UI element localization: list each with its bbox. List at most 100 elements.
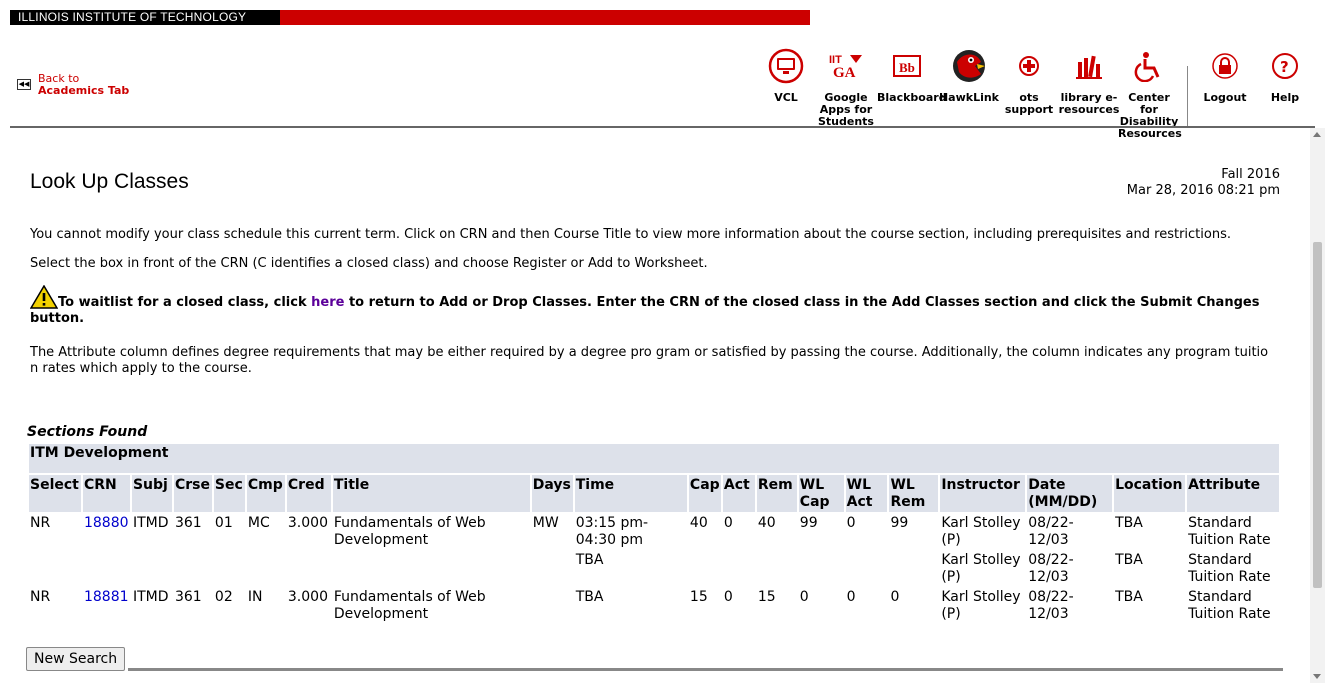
col-header: Date (MM/DD) — [1027, 475, 1113, 512]
nav-hawklink[interactable]: HawkLink — [938, 48, 1000, 104]
time-cell: TBA — [575, 552, 604, 568]
col-header: Days — [531, 475, 573, 512]
table-row: NR 18881 ITMD 361 02 IN 3.000 Fundamenta… — [29, 588, 1279, 623]
term-name: Fall 2016 — [1221, 167, 1280, 182]
location-cell: TBA — [1115, 515, 1143, 531]
select-cell — [29, 551, 81, 586]
select-cell: NR — [30, 515, 51, 531]
scroll-down-arrow-icon[interactable] — [1313, 674, 1321, 679]
col-header: Location — [1114, 475, 1186, 512]
days-cell: MW — [532, 515, 559, 531]
svg-text:Bb: Bb — [899, 60, 915, 75]
title-cell[interactable]: Fundamentals of Web Development — [333, 514, 530, 549]
school-banner: ILLINOIS INSTITUTE OF TECHNOLOGY — [10, 10, 810, 25]
col-header: WL Cap — [798, 475, 844, 512]
results-table: ITM Development Select CRN Subj Crse Sec… — [27, 442, 1281, 625]
act-cell: 0 — [723, 589, 733, 605]
crse-cell — [174, 551, 212, 586]
location-cell: TBA — [1115, 589, 1143, 605]
sec-cell — [214, 551, 245, 586]
col-header: WL Rem — [889, 475, 939, 512]
col-header: Cred — [286, 475, 331, 512]
cred-cell: 3.000 — [287, 589, 328, 605]
hawk-icon — [953, 50, 985, 82]
crse-cell: 361 — [174, 589, 202, 605]
waitlist-text-start: To waitlist for a closed class, click — [58, 295, 312, 310]
wl-cap-cell — [799, 551, 844, 586]
crn-cell: 18881 — [83, 588, 130, 623]
nav-label: Google Apps for Students — [818, 91, 874, 128]
group-caption: ITM Development — [29, 444, 1279, 473]
nav-logout[interactable]: Logout — [1194, 48, 1256, 104]
title-cell[interactable]: Fundamentals of Web Development — [333, 588, 530, 623]
accessibility-icon — [1134, 52, 1160, 82]
wl-cap-cell: 0 — [799, 589, 809, 605]
waitlist-here-link[interactable]: here — [311, 295, 344, 310]
nav-label: library e-resources — [1058, 91, 1120, 116]
crn-link[interactable]: 18880 — [84, 515, 129, 531]
col-header: Sec — [213, 475, 245, 512]
col-header: Select — [29, 475, 81, 512]
date-cell: 08/22-12/03 — [1028, 515, 1074, 548]
select-cell: NR — [30, 589, 51, 605]
cap-cell: 15 — [689, 589, 708, 605]
attribute-cell: Standard Tuition Rate — [1188, 589, 1271, 622]
nav-ots-support[interactable]: ots support — [998, 48, 1060, 116]
nav-separator — [1187, 66, 1188, 126]
time-cell: TBA — [575, 589, 604, 605]
scroll-up-arrow-icon[interactable] — [1313, 132, 1321, 137]
attribute-explanation: The Attribute column defines degree requ… — [30, 345, 1269, 376]
top-nav: VCL IIT GA Google Apps for Students Bb Bl… — [0, 48, 1325, 140]
lock-icon — [1212, 53, 1238, 79]
help-icon: ? — [1272, 53, 1298, 79]
crn-link[interactable]: 18881 — [84, 589, 129, 605]
act-cell: 0 — [723, 515, 733, 531]
col-header: Title — [332, 475, 530, 512]
col-header: Time — [574, 475, 687, 512]
svg-text:?: ? — [1280, 58, 1289, 76]
date-cell: 08/22-12/03 — [1028, 589, 1074, 622]
nav-label: Blackboard — [877, 91, 947, 104]
nav-label: Help — [1270, 91, 1300, 104]
banner-red-bar — [280, 10, 810, 25]
table-row: NR 18880 ITMD 361 01 MC 3.000 Fundamenta… — [29, 514, 1279, 549]
cap-cell: 40 — [689, 515, 708, 531]
nav-library[interactable]: library e-resources — [1058, 48, 1120, 116]
cred-cell: 3.000 — [287, 515, 328, 531]
rem-cell: 40 — [757, 515, 776, 531]
nav-blackboard[interactable]: Bb Blackboard — [877, 48, 947, 104]
scroll-thumb[interactable] — [1313, 242, 1322, 588]
act-cell — [723, 551, 755, 586]
new-search-button[interactable]: New Search — [26, 647, 126, 671]
school-name: ILLINOIS INSTITUTE OF TECHNOLOGY — [18, 10, 247, 24]
info-paragraph-modify: You cannot modify your class schedule th… — [30, 227, 1231, 242]
wl-act-cell — [846, 551, 888, 586]
page-scrollbar[interactable] — [1310, 128, 1325, 683]
header-row: Select CRN Subj Crse Sec Cmp Cred Title … — [29, 475, 1279, 512]
col-header: Attribute — [1187, 475, 1279, 512]
cred-cell — [287, 551, 331, 586]
bottom-divider — [128, 668, 1283, 671]
crn-cell — [83, 551, 130, 586]
crn-cell: 18880 — [83, 514, 130, 549]
col-header: Act — [722, 475, 755, 512]
term-datetime: Mar 28, 2016 08:21 pm — [1126, 183, 1280, 198]
rem-cell: 15 — [757, 589, 776, 605]
nav-label: Logout — [1203, 91, 1247, 104]
subj-cell — [132, 551, 172, 586]
instructor-cell: Karl Stolley (P) — [941, 515, 1021, 548]
svg-text:GA: GA — [833, 65, 856, 81]
col-header: Crse — [173, 475, 212, 512]
nav-vcl[interactable]: VCL — [755, 48, 817, 104]
wl-rem-cell: 0 — [890, 589, 900, 605]
nav-label: VCL — [774, 91, 798, 104]
attribute-cell: Standard Tuition Rate — [1188, 552, 1271, 585]
warning-icon — [30, 285, 58, 309]
nav-google-apps[interactable]: IIT GA Google Apps for Students — [815, 48, 877, 128]
cmp-cell: MC — [247, 515, 270, 531]
date-cell: 08/22-12/03 — [1028, 552, 1074, 585]
nav-help[interactable]: ? Help — [1254, 48, 1316, 104]
col-header: CRN — [82, 475, 130, 512]
nav-label: HawkLink — [938, 91, 1000, 104]
sec-cell: 02 — [214, 589, 233, 605]
